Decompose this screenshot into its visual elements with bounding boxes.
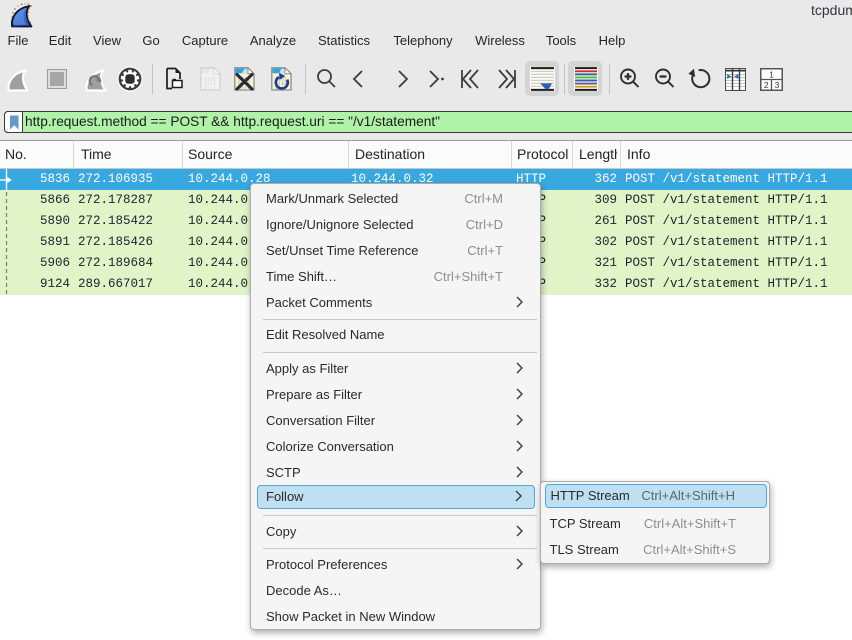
svg-text:3: 3 (775, 79, 780, 89)
svg-text:1: 1 (769, 69, 774, 79)
svg-text:0111: 0111 (204, 85, 216, 90)
svg-text:2: 2 (764, 79, 769, 89)
